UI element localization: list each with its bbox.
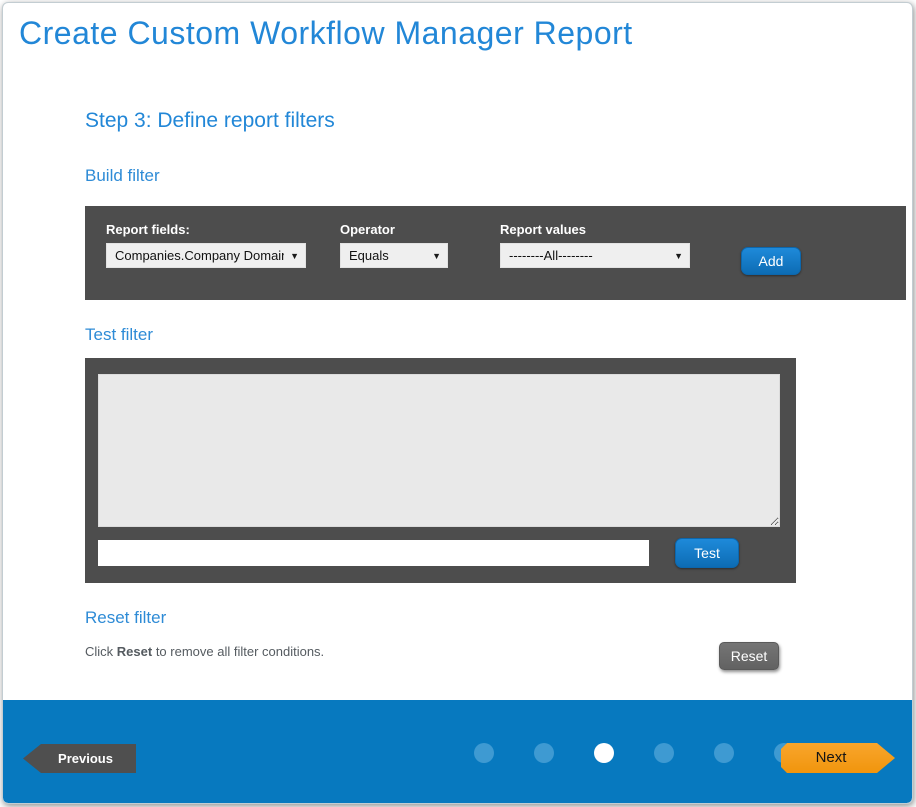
test-button[interactable]: Test xyxy=(675,538,739,568)
chevron-down-icon: ▼ xyxy=(290,251,299,261)
report-fields-select[interactable]: Companies.Company Domain Na ▼ xyxy=(106,243,306,268)
reset-button[interactable]: Reset xyxy=(719,642,779,670)
report-fields-label: Report fields: xyxy=(106,222,306,237)
report-values-select[interactable]: --------All-------- ▼ xyxy=(500,243,690,268)
operator-selected-value: Equals xyxy=(349,248,389,263)
reset-instruction-prefix: Click xyxy=(85,644,117,659)
operator-select[interactable]: Equals ▼ xyxy=(340,243,448,268)
reset-instruction-suffix: to remove all filter conditions. xyxy=(152,644,324,659)
test-filter-heading: Test filter xyxy=(85,325,153,345)
previous-button[interactable]: Previous xyxy=(23,744,136,773)
page-title: Create Custom Workflow Manager Report xyxy=(19,15,633,52)
step-heading: Step 3: Define report filters xyxy=(85,109,335,133)
reset-instruction-bold: Reset xyxy=(117,644,152,659)
step-dot-active[interactable] xyxy=(594,743,614,763)
operator-label: Operator xyxy=(340,222,448,237)
test-filter-panel: Test xyxy=(85,358,796,583)
wizard-step-dots xyxy=(474,743,794,763)
operator-group: Operator Equals ▼ xyxy=(340,222,448,268)
report-values-group: Report values --------All-------- ▼ xyxy=(500,222,690,268)
reset-instruction-text: Click Reset to remove all filter conditi… xyxy=(85,644,324,659)
reset-filter-heading: Reset filter xyxy=(85,608,166,628)
chevron-down-icon: ▼ xyxy=(674,251,683,261)
next-button[interactable]: Next xyxy=(781,743,895,773)
step-dot[interactable] xyxy=(534,743,554,763)
report-wizard-window: Create Custom Workflow Manager Report St… xyxy=(2,2,913,804)
wizard-navigation-bar: Previous Next xyxy=(3,700,912,803)
step-dot[interactable] xyxy=(474,743,494,763)
chevron-down-icon: ▼ xyxy=(432,251,441,261)
filter-preview-textarea[interactable] xyxy=(98,374,780,527)
build-filter-heading: Build filter xyxy=(85,166,160,186)
report-values-label: Report values xyxy=(500,222,690,237)
test-value-input[interactable] xyxy=(98,540,649,566)
report-values-selected-value: --------All-------- xyxy=(509,248,593,263)
step-dot[interactable] xyxy=(714,743,734,763)
add-button[interactable]: Add xyxy=(741,247,801,275)
report-fields-group: Report fields: Companies.Company Domain … xyxy=(106,222,306,268)
build-filter-panel: Report fields: Companies.Company Domain … xyxy=(85,206,906,300)
report-fields-selected-value: Companies.Company Domain Na xyxy=(115,248,284,263)
step-dot[interactable] xyxy=(654,743,674,763)
